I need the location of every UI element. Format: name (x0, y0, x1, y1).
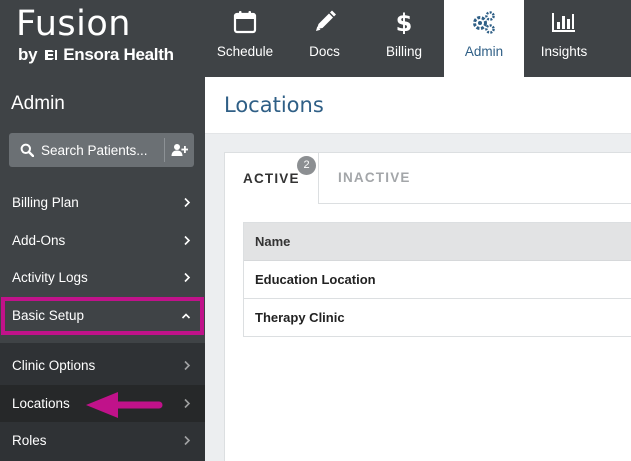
nav-docs[interactable]: Docs (285, 0, 364, 77)
chevron-right-icon (184, 398, 191, 409)
sidebar-item-label: Clinic Options (12, 358, 96, 373)
nav-admin[interactable]: Admin (444, 0, 524, 77)
sidebar-item-billing-plan[interactable]: Billing Plan (0, 184, 205, 221)
sidebar-item-label: Activity Logs (12, 270, 88, 285)
nav-schedule-label: Schedule (216, 44, 274, 59)
chevron-right-icon (184, 197, 191, 208)
status-tabs: ACTIVE 2 INACTIVE (224, 152, 631, 204)
search-icon (20, 143, 34, 157)
table-row[interactable]: Education Location (244, 261, 631, 299)
brand-by: by (18, 45, 38, 64)
main-content: Locations ACTIVE 2 INACTIVE Name Educati… (205, 77, 631, 461)
sidebar-title: Admin (11, 93, 65, 114)
brand-company: by Ensora Health (18, 45, 174, 65)
sidebar: Admin Search Patients... Billing Plan Ad… (0, 77, 205, 461)
page-title: Locations (224, 93, 324, 117)
chevron-right-icon (184, 272, 191, 283)
add-user-icon (171, 144, 188, 156)
tab-inactive-label: INACTIVE (338, 170, 411, 185)
nav-schedule[interactable]: Schedule (205, 0, 285, 77)
brand-company-name: Ensora Health (63, 45, 174, 64)
nav-billing-label: Billing (385, 44, 423, 59)
nav-docs-label: Docs (309, 44, 340, 59)
table-row[interactable]: Therapy Clinic (244, 299, 631, 337)
count-badge: 2 (297, 156, 316, 175)
sidebar-item-clinic-options[interactable]: Clinic Options (0, 347, 205, 384)
nav-insights[interactable]: Insights (524, 0, 604, 77)
calendar-icon (233, 11, 257, 34)
sidebar-item-locations[interactable]: Locations (0, 385, 205, 422)
chevron-right-icon (184, 235, 191, 246)
search-patients-button[interactable]: Search Patients... (9, 133, 156, 167)
chevron-up-icon (181, 313, 191, 319)
sidebar-item-label: Add-Ons (12, 233, 66, 248)
sidebar-item-roles[interactable]: Roles (0, 422, 205, 459)
nav-admin-label: Admin (464, 44, 504, 59)
chevron-right-icon (184, 435, 191, 446)
ensora-logo-icon (45, 50, 58, 60)
svg-text:$: $ (396, 10, 413, 34)
sidebar-item-label: Locations (12, 396, 70, 411)
page-header: Locations (205, 77, 631, 134)
sidebar-item-label: Billing Plan (12, 195, 79, 210)
sidebar-item-label: Basic Setup (12, 308, 85, 323)
tabs-divider (318, 203, 631, 204)
locations-table: Name Education Location Therapy Clinic (243, 222, 631, 337)
chevron-right-icon (184, 360, 191, 371)
tab-inactive[interactable]: INACTIVE (321, 153, 431, 203)
gears-icon (473, 11, 495, 34)
sidebar-item-basic-setup[interactable]: Basic Setup (0, 297, 205, 334)
nav-insights-label: Insights (540, 44, 588, 59)
sidebar-item-label: Roles (12, 433, 47, 448)
nav-billing[interactable]: $ Billing (364, 0, 444, 77)
tab-active-label: ACTIVE (243, 171, 300, 186)
dollar-icon: $ (396, 10, 413, 34)
search-patients-label: Search Patients... (41, 142, 148, 158)
top-bar: Fusion by Ensora Health Schedule Docs $ … (0, 0, 631, 77)
bar-chart-icon (552, 13, 575, 32)
brand-logo[interactable]: Fusion by Ensora Health (16, 4, 206, 72)
sidebar-item-add-ons[interactable]: Add-Ons (0, 222, 205, 259)
locations-panel: ACTIVE 2 INACTIVE Name Education Locatio… (224, 152, 631, 461)
sidebar-item-activity-logs[interactable]: Activity Logs (0, 259, 205, 296)
column-header-name[interactable]: Name (244, 223, 631, 261)
main-nav: Schedule Docs $ Billing Admin Insights (205, 0, 604, 77)
patient-search: Search Patients... (9, 133, 194, 167)
tab-active[interactable]: ACTIVE 2 (224, 152, 319, 204)
pencil-icon (315, 10, 336, 31)
brand-name: Fusion (16, 4, 131, 44)
add-patient-button[interactable] (165, 133, 194, 167)
